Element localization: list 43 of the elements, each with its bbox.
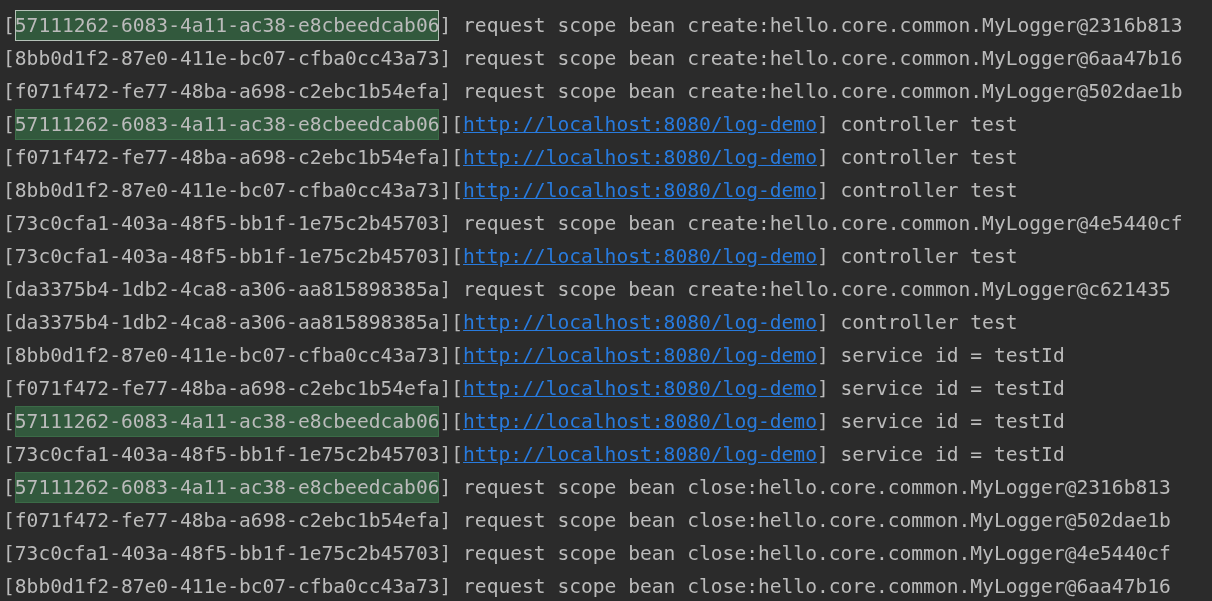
log-text: ][ xyxy=(439,113,464,136)
log-text: [8bb0d1f2-87e0-411e-bc07-cfba0cc43a73] request scope bean close:hello.core.common.MyLogger@6aa47b16 xyxy=(3,575,1171,598)
log-text: [ xyxy=(3,14,15,37)
log-text: ] controller test xyxy=(816,245,1018,268)
url-link[interactable]: http://localhost:8080/log-demo xyxy=(463,410,817,433)
log-text: ] service id = testId xyxy=(816,377,1065,400)
log-text: [73c0cfa1-403a-48f5-bb1f-1e75c2b45703] request scope bean create:hello.core.common.MyLogger@4e5440cf xyxy=(3,212,1183,235)
url-link[interactable]: http://localhost:8080/log-demo xyxy=(463,344,817,367)
url-link[interactable]: http://localhost:8080/log-demo xyxy=(463,377,817,400)
log-text: ] service id = testId xyxy=(816,410,1065,433)
search-match: 57111262-6083-4a11-ac38-e8cbeedcab06 xyxy=(14,472,440,503)
log-text: [da3375b4-1db2-4ca8-a306-aa815898385a] request scope bean create:hello.core.common.MyLogger@c621435 xyxy=(3,278,1171,301)
log-text: [ xyxy=(3,476,15,499)
log-text: [8bb0d1f2-87e0-411e-bc07-cfba0cc43a73][ xyxy=(3,179,464,202)
url-link[interactable]: http://localhost:8080/log-demo xyxy=(463,146,817,169)
log-text: [8bb0d1f2-87e0-411e-bc07-cfba0cc43a73][ xyxy=(3,344,464,367)
log-text: [ xyxy=(3,410,15,433)
url-link[interactable]: http://localhost:8080/log-demo xyxy=(463,311,817,334)
log-text: ] service id = testId xyxy=(816,443,1065,466)
log-text: [f071f472-fe77-48ba-a698-c2ebc1b54efa] request scope bean close:hello.core.common.MyLogger@502dae1b xyxy=(3,509,1171,532)
log-text: ] controller test xyxy=(816,113,1018,136)
log-text: ] controller test xyxy=(816,146,1018,169)
search-match: 57111262-6083-4a11-ac38-e8cbeedcab06 xyxy=(14,109,440,140)
log-text: ] service id = testId xyxy=(816,344,1065,367)
log-text: [8bb0d1f2-87e0-411e-bc07-cfba0cc43a73] request scope bean create:hello.core.common.MyLogger@6aa47b16 xyxy=(3,47,1183,70)
url-link[interactable]: http://localhost:8080/log-demo xyxy=(463,113,817,136)
log-text: ] request scope bean close:hello.core.common.MyLogger@2316b813 xyxy=(439,476,1171,499)
search-match: 57111262-6083-4a11-ac38-e8cbeedcab06 xyxy=(14,406,440,437)
log-text: [f071f472-fe77-48ba-a698-c2ebc1b54efa][ xyxy=(3,377,464,400)
log-text: [73c0cfa1-403a-48f5-bb1f-1e75c2b45703][ xyxy=(3,245,464,268)
log-text: [ xyxy=(3,113,15,136)
url-link[interactable]: http://localhost:8080/log-demo xyxy=(463,245,817,268)
log-text: ] controller test xyxy=(816,179,1018,202)
log-text: ] request scope bean create:hello.core.common.MyLogger@2316b813 xyxy=(439,14,1183,37)
log-text: ] controller test xyxy=(816,311,1018,334)
url-link[interactable]: http://localhost:8080/log-demo xyxy=(463,443,817,466)
log-text: ][ xyxy=(439,410,464,433)
log-text: [73c0cfa1-403a-48f5-bb1f-1e75c2b45703] request scope bean close:hello.core.common.MyLogger@4e5440cf xyxy=(3,542,1171,565)
log-text: [da3375b4-1db2-4ca8-a306-aa815898385a][ xyxy=(3,311,464,334)
url-link[interactable]: http://localhost:8080/log-demo xyxy=(463,179,817,202)
log-text: [73c0cfa1-403a-48f5-bb1f-1e75c2b45703][ xyxy=(3,443,464,466)
log-text: [f071f472-fe77-48ba-a698-c2ebc1b54efa][ xyxy=(3,146,464,169)
log-text: [f071f472-fe77-48ba-a698-c2ebc1b54efa] request scope bean create:hello.core.common.MyLogger@502dae1b xyxy=(3,80,1183,103)
